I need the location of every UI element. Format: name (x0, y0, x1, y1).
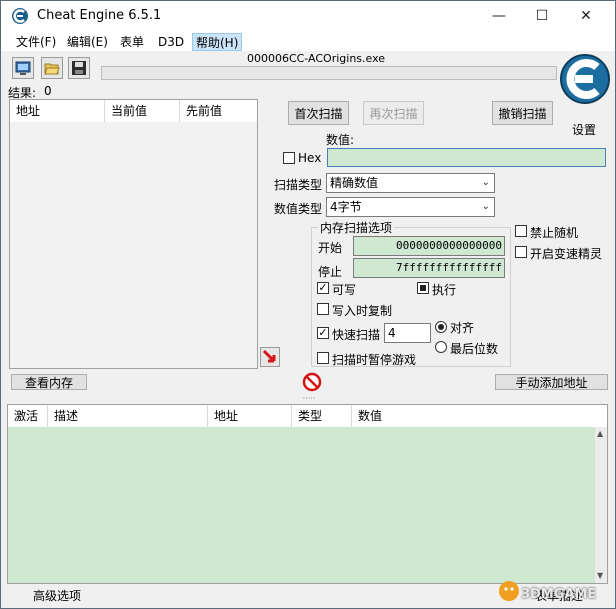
splitter-handle[interactable]: ····· (294, 395, 324, 403)
vertical-scrollbar[interactable]: ▲ ▼ (595, 427, 607, 583)
fast-scan-label: 快速扫描 (332, 328, 381, 342)
pause-game-label: 扫描时暂停游戏 (332, 353, 417, 367)
copy-on-write-checkbox[interactable] (317, 303, 329, 315)
check-icon: ✓ (318, 281, 328, 294)
undo-scan-button[interactable]: 撤销扫描 (492, 101, 553, 125)
executable-label: 执行 (432, 283, 457, 297)
view-memory-button[interactable]: 查看内存 (11, 374, 87, 390)
minimize-icon: — (492, 8, 506, 24)
folder-open-icon (44, 63, 60, 75)
value-label: 数值: (326, 133, 355, 147)
fast-scan-checkbox[interactable]: ✓ (317, 327, 329, 339)
start-address-input[interactable]: 0000000000000000 (353, 236, 505, 256)
first-scan-button[interactable]: 首次扫描 (288, 101, 349, 125)
address-table[interactable]: 激活 描述 地址 类型 数值 ▲ ▼ (7, 404, 608, 584)
cheat-engine-logo[interactable] (559, 53, 611, 105)
clear-list-button[interactable] (302, 372, 322, 392)
value-input[interactable] (327, 148, 606, 167)
main-window: Cheat Engine 6.5.1 — ☐ ✕ 文件(F) 编辑(E) 表单 … (0, 0, 616, 609)
process-name: 000006CC-ACOrigins.exe (246, 52, 386, 65)
column-value[interactable]: 数值 (352, 405, 607, 427)
value-type-value: 4字节 (330, 200, 362, 214)
open-process-button[interactable] (12, 57, 34, 79)
align-radio[interactable] (435, 321, 447, 333)
value-type-label: 数值类型 (274, 202, 323, 216)
stop-address-input[interactable]: 7fffffffffffffff (353, 258, 505, 278)
add-to-list-button[interactable] (260, 347, 280, 367)
minimize-button[interactable]: — (476, 1, 522, 31)
disable-random-label: 禁止随机 (530, 226, 579, 240)
disable-random-checkbox[interactable] (515, 225, 527, 237)
menu-file[interactable]: 文件(F) (13, 33, 59, 51)
fast-scan-alignment-input[interactable]: 4 (384, 323, 431, 343)
speedhack-checkbox[interactable] (515, 246, 527, 258)
writable-label: 可写 (332, 283, 357, 297)
computer-icon (15, 61, 31, 75)
title-bar: Cheat Engine 6.5.1 — ☐ ✕ (1, 1, 615, 31)
save-button[interactable] (68, 57, 90, 79)
menu-edit[interactable]: 编辑(E) (64, 33, 111, 51)
watermark-logo (499, 581, 519, 601)
column-address[interactable]: 地址 (10, 100, 105, 122)
last-digits-label: 最后位数 (450, 342, 499, 356)
maximize-button[interactable]: ☐ (519, 1, 565, 31)
maximize-icon: ☐ (535, 8, 549, 24)
column-description[interactable]: 描述 (48, 405, 208, 427)
scroll-down-icon[interactable]: ▼ (597, 571, 603, 580)
stop-label: 停止 (318, 265, 343, 279)
watermark-text: 3DMGAME (521, 587, 597, 602)
menu-bar: 文件(F) 编辑(E) 表单 D3D 帮助(H) (1, 31, 615, 51)
scan-type-label: 扫描类型 (274, 178, 323, 192)
executable-checkbox[interactable] (417, 282, 429, 294)
menu-help[interactable]: 帮助(H) (192, 33, 243, 51)
memory-options-title: 内存扫描选项 (318, 219, 395, 236)
advanced-options-button[interactable]: 高级选项 (33, 587, 81, 604)
scan-type-select[interactable]: 精确数值 ⌄ (326, 173, 495, 193)
value-type-select[interactable]: 4字节 ⌄ (326, 197, 495, 217)
scan-type-value: 精确数值 (330, 176, 379, 190)
found-address-list[interactable]: 地址 当前值 先前值 (9, 99, 258, 369)
writable-checkbox[interactable]: ✓ (317, 282, 329, 294)
scan-progress-bar (101, 66, 557, 80)
menu-table[interactable]: 表单 (117, 33, 147, 51)
add-address-manually-button[interactable]: 手动添加地址 (495, 374, 608, 390)
pause-game-checkbox[interactable] (317, 352, 329, 364)
align-label: 对齐 (450, 321, 475, 335)
column-current-value[interactable]: 当前值 (105, 100, 180, 122)
scroll-up-icon[interactable]: ▲ (597, 429, 603, 438)
column-type[interactable]: 类型 (292, 405, 352, 427)
next-scan-button[interactable]: 再次扫描 (363, 101, 424, 125)
close-button[interactable]: ✕ (563, 1, 609, 31)
hex-checkbox[interactable] (283, 152, 295, 164)
indeterminate-icon (420, 285, 426, 291)
speedhack-label: 开启变速精灵 (530, 247, 603, 261)
column-previous-value[interactable]: 先前值 (180, 100, 257, 122)
open-file-button[interactable] (41, 57, 63, 79)
red-arrow-icon (262, 349, 276, 363)
window-title: Cheat Engine 6.5.1 (37, 8, 162, 23)
menu-d3d[interactable]: D3D (155, 33, 187, 51)
column-active[interactable]: 激活 (8, 405, 48, 427)
hex-label: Hex (298, 151, 322, 165)
column-table-address[interactable]: 地址 (208, 405, 292, 427)
results-count: 0 (44, 84, 52, 98)
close-icon: ✕ (580, 8, 592, 24)
check-icon: ✓ (318, 326, 328, 339)
chevron-down-icon: ⌄ (481, 177, 490, 188)
copy-on-write-label: 写入时复制 (332, 304, 393, 318)
stop-sign-icon (302, 372, 322, 392)
cheat-engine-icon (12, 8, 28, 24)
settings-label[interactable]: 设置 (572, 121, 596, 138)
start-label: 开始 (318, 241, 343, 255)
save-disk-icon (72, 61, 86, 75)
last-digits-radio[interactable] (435, 341, 447, 353)
chevron-down-icon: ⌄ (481, 201, 490, 212)
